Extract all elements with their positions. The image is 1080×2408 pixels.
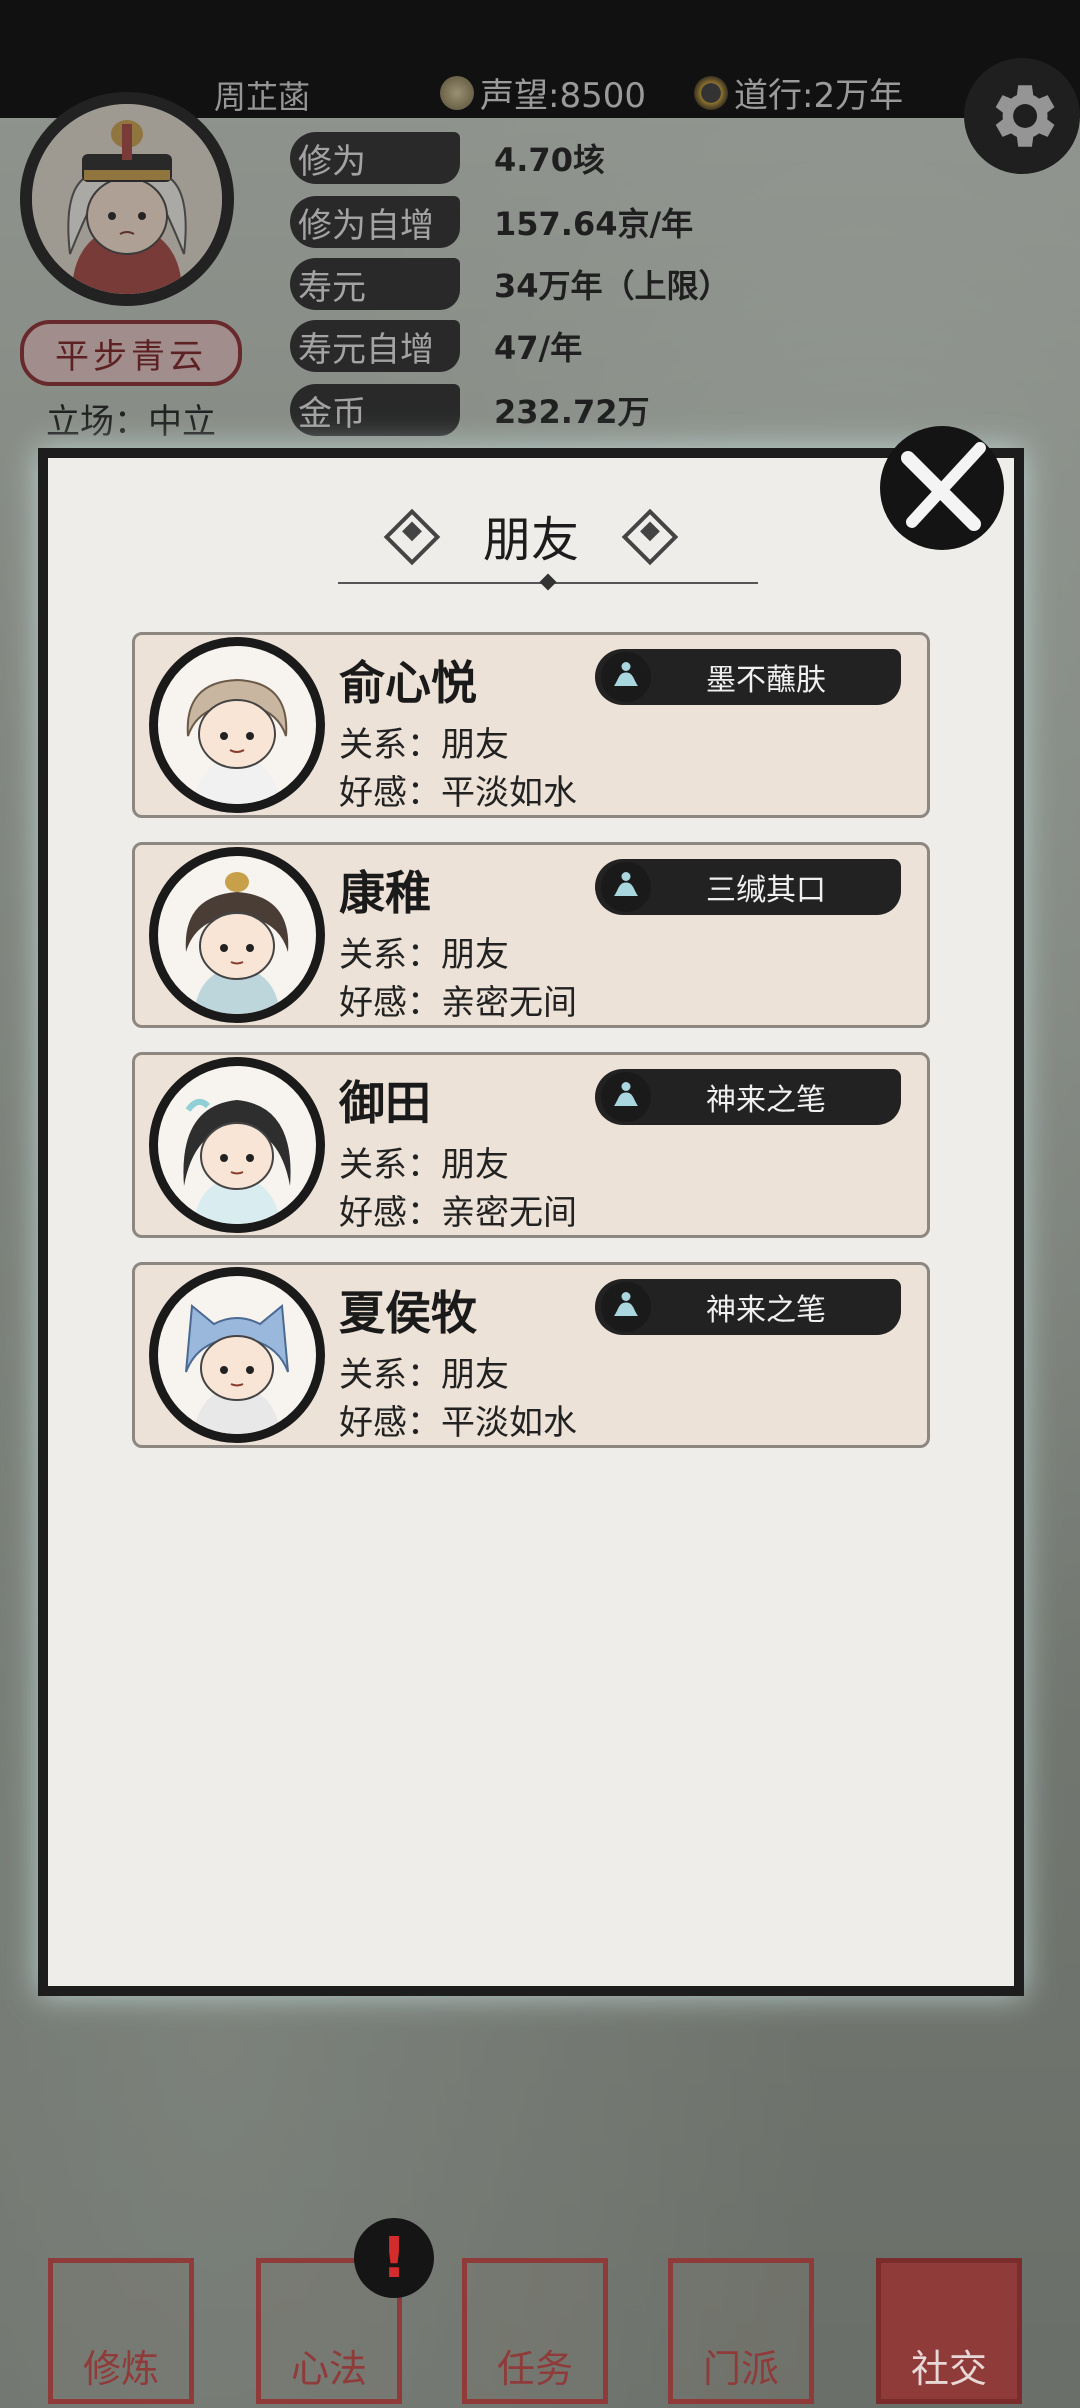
friend-avatar: [149, 1057, 325, 1233]
friend-relation: 关系：朋友: [339, 935, 509, 975]
nav-social-button[interactable]: 社交: [876, 2258, 1022, 2404]
friend-card[interactable]: 康稚 关系：朋友 好感：亲密无间 三缄其口: [132, 842, 930, 1028]
nav-label: 门派: [702, 2347, 779, 2391]
friend-card[interactable]: 夏侯牧 关系：朋友 好感：平淡如水 神来之笔: [132, 1262, 930, 1448]
close-icon: [901, 442, 986, 531]
friend-name: 俞心悦: [339, 656, 477, 710]
diamond-ornament-icon: [383, 508, 441, 566]
friend-portrait: [186, 678, 288, 804]
nav-label: 社交: [910, 2347, 987, 2391]
nav-label: 任务: [496, 2347, 573, 2391]
friend-affinity: 好感：平淡如水: [339, 773, 577, 813]
friend-avatar: [149, 847, 325, 1023]
nav-label: 修炼: [82, 2347, 159, 2391]
friend-portrait: [185, 872, 289, 1014]
nav-cultivate-button[interactable]: 修炼: [48, 2258, 194, 2404]
meditation-icon: [601, 1282, 651, 1332]
friend-skill-badge: 神来之笔: [595, 1279, 901, 1335]
friend-name: 御田: [339, 1076, 431, 1130]
friend-skill: 三缄其口: [706, 873, 826, 908]
diamond-ornament-icon: [621, 508, 679, 566]
friend-skill-badge: 墨不蘸肤: [595, 649, 901, 705]
friend-name: 夏侯牧: [339, 1286, 477, 1340]
close-button[interactable]: [880, 426, 1004, 550]
friend-avatar: [149, 637, 325, 813]
friend-skill-badge: 三缄其口: [595, 859, 901, 915]
panel-header: 朋友: [48, 500, 1014, 570]
friend-card[interactable]: 俞心悦 关系：朋友 好感：平淡如水 墨不蘸肤: [132, 632, 930, 818]
friend-skill: 神来之笔: [706, 1083, 826, 1118]
meditation-icon: [601, 862, 651, 912]
nav-quest-button[interactable]: 任务: [462, 2258, 608, 2404]
divider-ornament: [539, 573, 557, 591]
panel-title: 朋友: [482, 512, 579, 568]
friend-skill-badge: 神来之笔: [595, 1069, 901, 1125]
friend-affinity: 好感：亲密无间: [339, 1193, 577, 1233]
friend-skill: 墨不蘸肤: [706, 663, 826, 698]
friend-relation: 关系：朋友: [339, 725, 509, 765]
bottom-nav: 修炼 心法 任务 门派 社交: [0, 2248, 1080, 2408]
friend-avatar: [149, 1267, 325, 1443]
friend-skill: 神来之笔: [706, 1293, 826, 1328]
meditation-icon: [601, 652, 651, 702]
nav-sect-button[interactable]: 门派: [668, 2258, 814, 2404]
friend-affinity: 好感：平淡如水: [339, 1403, 577, 1443]
friend-relation: 关系：朋友: [339, 1145, 509, 1185]
friend-name: 康稚: [339, 866, 431, 920]
friend-portrait: [185, 1304, 289, 1434]
friend-affinity: 好感：亲密无间: [339, 983, 577, 1023]
alert-badge-icon: !: [354, 2218, 434, 2298]
meditation-icon: [601, 1072, 651, 1122]
friend-card[interactable]: 御田 关系：朋友 好感：亲密无间 神来之笔: [132, 1052, 930, 1238]
friend-portrait: [183, 1098, 291, 1224]
nav-label: 心法: [290, 2347, 367, 2391]
friend-relation: 关系：朋友: [339, 1355, 509, 1395]
